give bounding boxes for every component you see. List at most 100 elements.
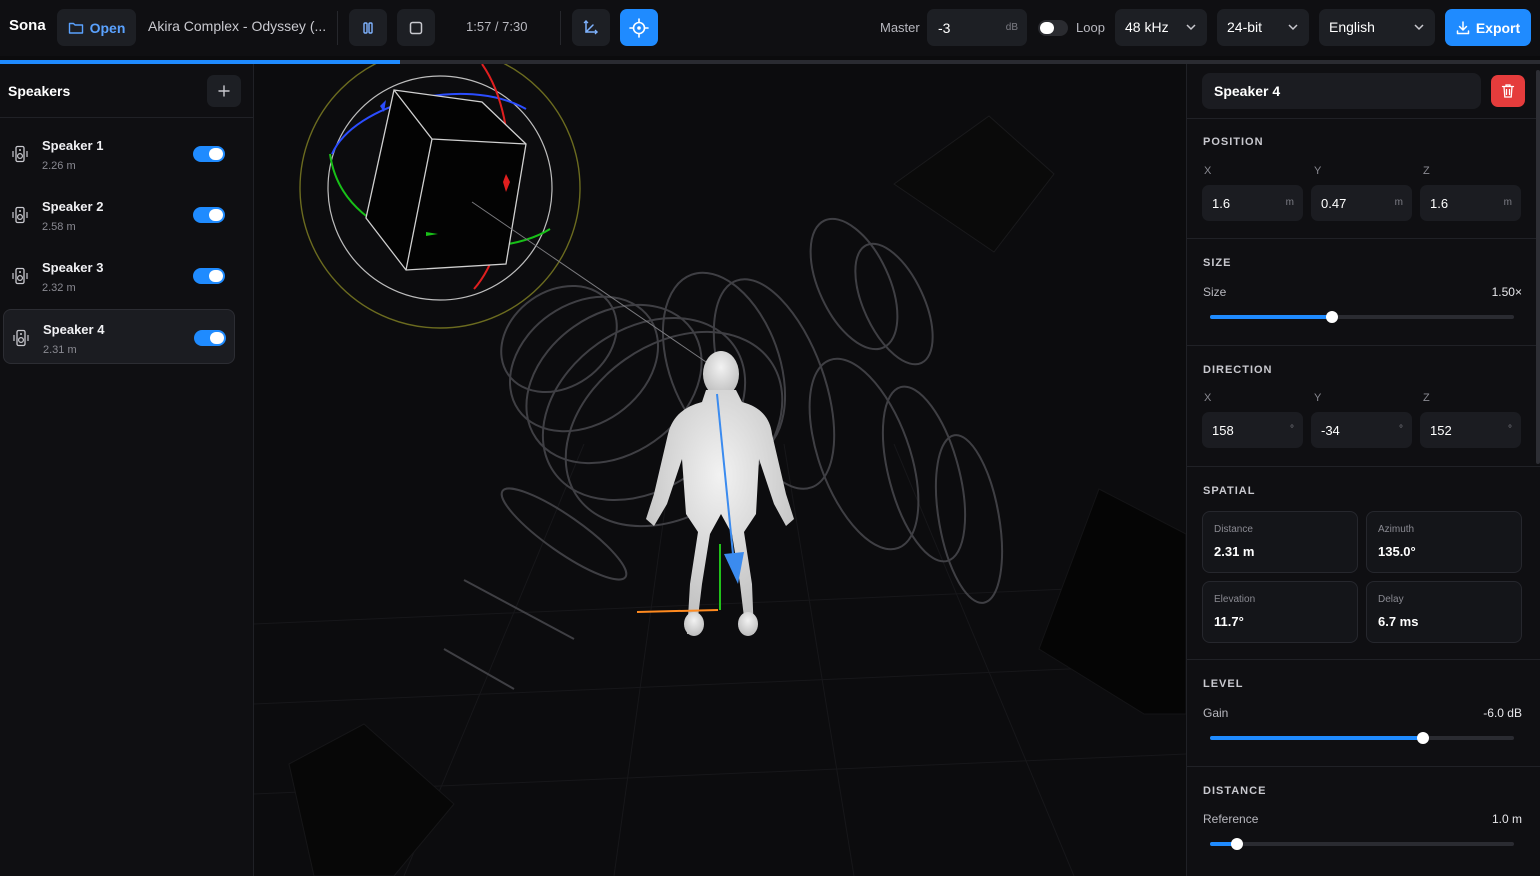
open-file-button[interactable]: Open	[57, 9, 136, 46]
export-button[interactable]: Export	[1445, 9, 1531, 46]
sample-rate-value: 48 kHz	[1125, 19, 1169, 35]
speaker-distance: 2.26 m	[42, 160, 76, 172]
sidebar-header: Speakers	[0, 64, 253, 118]
speaker-enable-toggle[interactable]	[194, 330, 226, 346]
position-z-value: 1.6	[1430, 196, 1449, 211]
speaker-name: Speaker 1	[42, 138, 104, 153]
sample-rate-select[interactable]: 48 kHz	[1115, 9, 1207, 46]
spatial-section-title: SPATIAL	[1203, 485, 1256, 497]
loop-toggle[interactable]	[1038, 20, 1068, 36]
language-value: English	[1329, 19, 1375, 35]
direction-unit: °	[1399, 424, 1403, 435]
master-unit: dB	[1005, 22, 1018, 33]
scene-viewport[interactable]	[254, 64, 1186, 876]
section-divider	[1187, 238, 1540, 239]
open-label: Open	[89, 19, 126, 36]
pause-button[interactable]	[349, 9, 387, 46]
direction-x-label: X	[1204, 392, 1212, 404]
orbit-tool-button[interactable]	[620, 9, 658, 46]
axes-icon	[583, 19, 598, 34]
stop-button[interactable]	[397, 9, 435, 46]
pause-icon	[363, 21, 373, 34]
position-y-label: Y	[1314, 165, 1322, 177]
azimuth-stat-label: Azimuth	[1378, 524, 1415, 535]
chevron-down-icon	[1186, 24, 1196, 31]
delay-stat-value: 6.7 ms	[1378, 614, 1419, 629]
direction-z-label: Z	[1423, 392, 1430, 404]
speaker-enable-toggle[interactable]	[193, 268, 225, 284]
speaker-name: Speaker 4	[43, 322, 105, 337]
speaker-name-input[interactable]: Speaker 4	[1202, 73, 1481, 109]
level-section-title: LEVEL	[1203, 678, 1244, 690]
language-select[interactable]: English	[1319, 9, 1435, 46]
playback-time: 1:57 / 7:30	[466, 19, 528, 34]
gain-value: -6.0 dB	[1483, 706, 1522, 720]
speaker-properties-panel: Speaker 4 POSITION X Y Z 1.6 m 0.47 m 1.…	[1186, 64, 1540, 876]
origin-axes	[636, 544, 721, 613]
elevation-stat-card: Elevation 11.7°	[1202, 581, 1358, 643]
speaker-list-item-selected[interactable]: Speaker 4 2.31 m	[3, 309, 235, 364]
size-slider-thumb[interactable]	[1325, 311, 1338, 323]
reference-label: Reference	[1203, 812, 1259, 826]
scene-canvas[interactable]	[254, 64, 1186, 876]
position-unit: m	[1503, 197, 1512, 208]
plus-icon	[218, 85, 230, 97]
master-volume-value: -3	[938, 20, 951, 36]
chevron-down-icon	[1414, 24, 1424, 31]
panel-scrollbar[interactable]	[1536, 70, 1540, 464]
stop-icon	[409, 21, 423, 34]
direction-z-input[interactable]: 152 °	[1420, 412, 1521, 448]
speaker-list-item[interactable]: Speaker 1 2.26 m	[3, 126, 235, 181]
direction-unit: °	[1508, 424, 1512, 435]
track-title: Akira Complex - Odyssey (...	[148, 18, 327, 34]
gain-label: Gain	[1203, 706, 1229, 720]
delete-speaker-button[interactable]	[1491, 75, 1525, 107]
size-slider[interactable]	[1210, 311, 1514, 323]
position-x-value: 1.6	[1212, 196, 1231, 211]
elevation-stat-value: 11.7°	[1214, 614, 1244, 629]
master-volume-input[interactable]: -3 dB	[927, 9, 1027, 46]
position-y-value: 0.47	[1321, 196, 1347, 211]
elevation-stat-label: Elevation	[1214, 594, 1256, 605]
position-unit: m	[1394, 197, 1403, 208]
toolbar-divider	[337, 11, 338, 45]
add-speaker-button[interactable]	[207, 75, 241, 107]
speaker-distance: 2.58 m	[42, 221, 76, 233]
export-label: Export	[1475, 19, 1521, 36]
position-y-input[interactable]: 0.47 m	[1311, 185, 1412, 221]
direction-y-input[interactable]: -34 °	[1311, 412, 1412, 448]
orbit-icon	[629, 17, 649, 38]
position-z-label: Z	[1423, 165, 1430, 177]
chevron-down-icon	[1288, 24, 1298, 31]
section-divider	[1187, 466, 1540, 467]
speaker-list-item[interactable]: Speaker 2 2.58 m	[3, 187, 235, 242]
speaker-gizmo[interactable]	[299, 64, 710, 365]
speaker-enable-toggle[interactable]	[193, 146, 225, 162]
axes-tool-button[interactable]	[572, 9, 610, 46]
gain-slider[interactable]	[1210, 732, 1514, 744]
distance-section-title: DISTANCE	[1203, 785, 1267, 797]
direction-x-value: 158	[1212, 423, 1234, 438]
speaker-box-right-bottom	[1038, 488, 1186, 715]
app-brand: Sona	[9, 17, 46, 34]
speaker-list-item[interactable]: Speaker 3 2.32 m	[3, 248, 235, 303]
gain-slider-thumb[interactable]	[1416, 732, 1429, 744]
direction-section-title: DIRECTION	[1203, 364, 1273, 376]
reference-value: 1.0 m	[1491, 812, 1522, 826]
direction-z-value: 152	[1430, 423, 1452, 438]
speaker-icon	[13, 329, 29, 347]
reference-slider[interactable]	[1210, 838, 1514, 850]
loop-label: Loop	[1076, 20, 1105, 35]
speaker-name: Speaker 2	[42, 199, 104, 214]
position-x-input[interactable]: 1.6 m	[1202, 185, 1303, 221]
direction-unit: °	[1290, 424, 1294, 435]
speaker-enable-toggle[interactable]	[193, 207, 225, 223]
speaker-icon	[12, 267, 28, 285]
position-z-input[interactable]: 1.6 m	[1420, 185, 1521, 221]
download-icon	[1456, 20, 1470, 34]
size-value: 1.50×	[1491, 285, 1522, 299]
bit-depth-select[interactable]: 24-bit	[1217, 9, 1309, 46]
direction-x-input[interactable]: 158 °	[1202, 412, 1303, 448]
reference-slider-thumb[interactable]	[1231, 838, 1244, 850]
distance-stat-value: 2.31 m	[1214, 544, 1255, 559]
